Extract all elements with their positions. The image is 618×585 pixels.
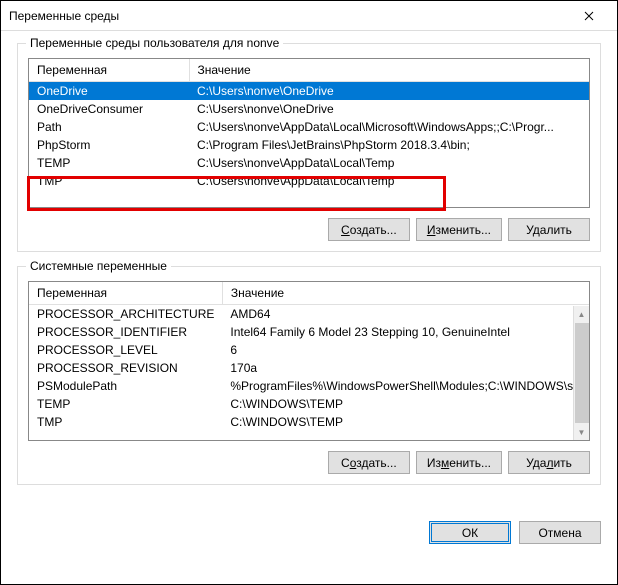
table-row[interactable]: TEMP C:\Users\nonve\AppData\Local\Temp — [29, 154, 589, 172]
dialog-buttons: ОК Отмена — [1, 511, 617, 552]
dialog: Переменные среды Переменные среды пользо… — [1, 1, 617, 552]
table-row[interactable]: PROCESSOR_ARCHITECTURE AMD64 — [29, 305, 590, 324]
scrollbar-thumb[interactable] — [575, 323, 589, 423]
cancel-button[interactable]: Отмена — [519, 521, 601, 544]
user-delete-button[interactable]: Удалить — [508, 218, 590, 241]
user-col-value[interactable]: Значение — [189, 59, 589, 82]
table-row[interactable]: PhpStorm C:\Program Files\JetBrains\PhpS… — [29, 136, 589, 154]
user-vars-legend: Переменные среды пользователя для nonve — [26, 36, 283, 50]
system-vars-table[interactable]: Переменная Значение PROCESSOR_ARCHITECTU… — [29, 282, 590, 431]
sys-delete-button[interactable]: Удалить — [508, 451, 590, 474]
window-title: Переменные среды — [9, 9, 569, 23]
system-vars-group: Системные переменные Переменная Значение… — [17, 266, 601, 485]
sys-edit-button[interactable]: Изменить... — [416, 451, 502, 474]
system-vars-legend: Системные переменные — [26, 259, 171, 273]
scroll-down-icon[interactable]: ▼ — [574, 424, 590, 440]
table-row[interactable]: PROCESSOR_LEVEL 6 — [29, 341, 590, 359]
table-row[interactable]: TEMP C:\WINDOWS\TEMP — [29, 395, 590, 413]
titlebar: Переменные среды — [1, 1, 617, 31]
user-vars-group: Переменные среды пользователя для nonve … — [17, 43, 601, 252]
user-vars-table[interactable]: Переменная Значение OneDrive C:\Users\no… — [29, 59, 589, 190]
user-create-button[interactable]: Создать... — [328, 218, 410, 241]
ok-button[interactable]: ОК — [429, 521, 511, 544]
dialog-content: Переменные среды пользователя для nonve … — [1, 31, 617, 511]
sys-col-value[interactable]: Значение — [222, 282, 590, 305]
system-vars-buttons: Создать... Изменить... Удалить — [28, 451, 590, 474]
close-icon — [584, 11, 594, 21]
system-vars-table-wrap: Переменная Значение PROCESSOR_ARCHITECTU… — [28, 281, 590, 441]
close-button[interactable] — [569, 2, 609, 30]
table-row[interactable]: OneDriveConsumer C:\Users\nonve\OneDrive — [29, 100, 589, 118]
table-row[interactable]: PSModulePath %ProgramFiles%\WindowsPower… — [29, 377, 590, 395]
user-vars-buttons: Создать... Изменить... Удалить — [28, 218, 590, 241]
user-col-name[interactable]: Переменная — [29, 59, 189, 82]
table-row[interactable]: TMP C:\WINDOWS\TEMP — [29, 413, 590, 431]
system-scrollbar[interactable]: ▲ ▼ — [573, 306, 589, 440]
table-row[interactable]: Path C:\Users\nonve\AppData\Local\Micros… — [29, 118, 589, 136]
scroll-up-icon[interactable]: ▲ — [574, 306, 590, 322]
user-edit-button[interactable]: Изменить... — [416, 218, 502, 241]
sys-col-name[interactable]: Переменная — [29, 282, 222, 305]
table-row[interactable]: TMP C:\Users\nonve\AppData\Local\Temp — [29, 172, 589, 190]
table-row[interactable]: PROCESSOR_IDENTIFIER Intel64 Family 6 Mo… — [29, 323, 590, 341]
table-row[interactable]: OneDrive C:\Users\nonve\OneDrive — [29, 82, 589, 101]
sys-create-button[interactable]: Создать... — [328, 451, 410, 474]
table-row[interactable]: PROCESSOR_REVISION 170a — [29, 359, 590, 377]
user-vars-table-wrap: Переменная Значение OneDrive C:\Users\no… — [28, 58, 590, 208]
